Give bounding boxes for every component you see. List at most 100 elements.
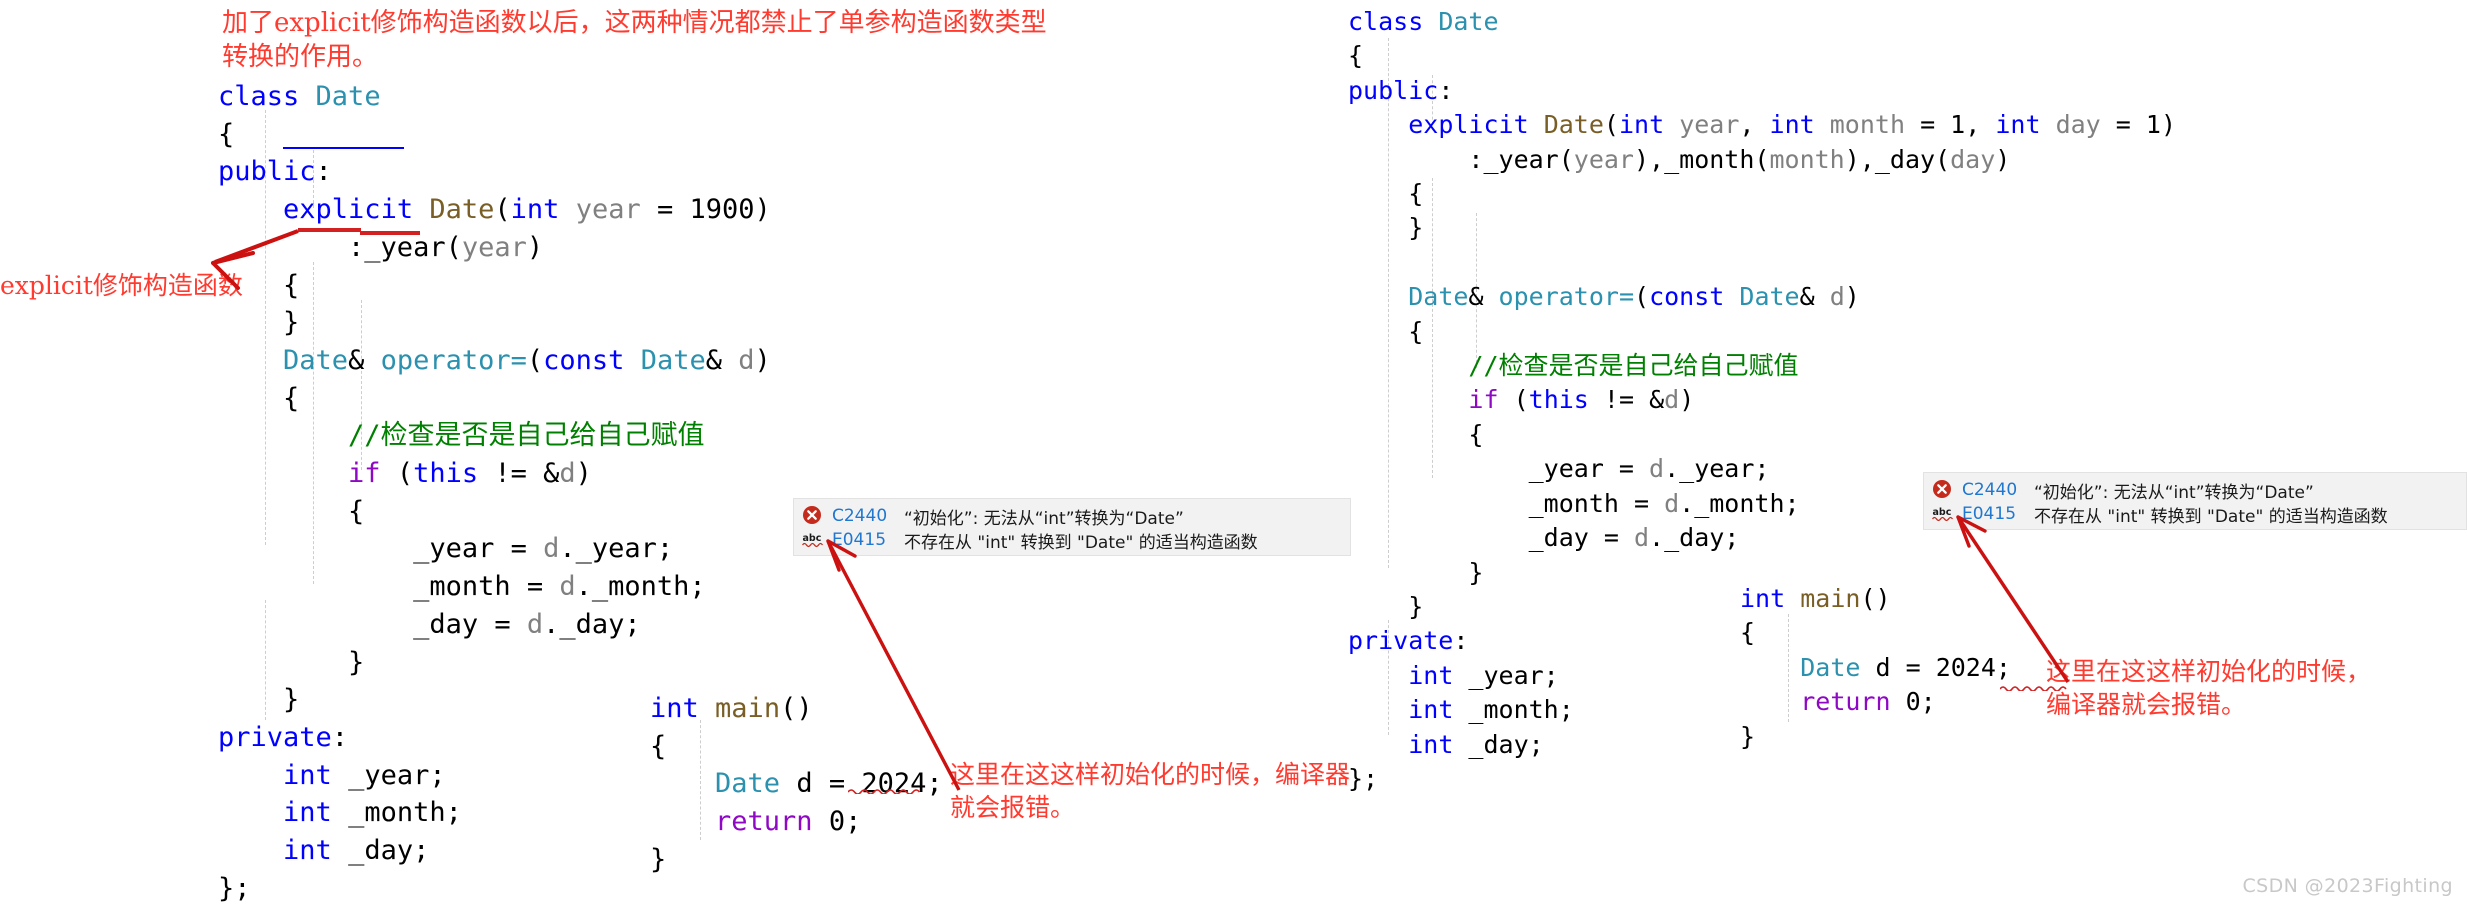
code-token: int	[1618, 110, 1665, 140]
code-token: Date	[1438, 7, 1499, 36]
left-error-annotation: 这里在这这样初始化的时候，编译器就会报错。	[950, 760, 1351, 822]
code-line: }	[1348, 211, 2176, 245]
code-token: )	[1844, 282, 1860, 312]
code-line: }	[650, 841, 943, 879]
code-token: {	[1348, 41, 1364, 71]
code-token: this	[413, 458, 479, 490]
code-token: :	[1438, 75, 1454, 105]
code-token: &	[1799, 282, 1830, 312]
code-token: main	[1800, 584, 1861, 613]
code-line: if (this != &d)	[1348, 383, 2176, 417]
error-tooltip-right: C2440 “初始化”: 无法从“int”转换为“Date” abc E0415…	[1923, 472, 2467, 530]
code-token: d	[559, 571, 576, 603]
code-token: (	[494, 194, 511, 226]
code-token: &	[348, 344, 381, 376]
code-line: {	[218, 267, 771, 305]
code-token: d	[1649, 454, 1665, 484]
code-token: :	[331, 721, 349, 753]
code-token: class	[1348, 7, 1424, 36]
code-token: ._day;	[1649, 523, 1740, 553]
code-line: return 0;	[1740, 685, 2011, 719]
code-token: int	[1995, 110, 2041, 140]
code-line: _day = d._day;	[218, 606, 771, 644]
code-token: 0	[828, 806, 846, 838]
code-token: int	[510, 194, 560, 226]
code-token: year	[461, 231, 527, 263]
error-x-icon	[802, 505, 824, 527]
code-token: )	[1995, 144, 2011, 174]
code-line: return 0;	[650, 803, 943, 841]
code-token: this	[1528, 385, 1589, 415]
code-token: day	[2055, 110, 2101, 140]
error-message: “初始化”: 无法从“int”转换为“Date”	[2034, 482, 2314, 503]
code-token: &	[1468, 282, 1499, 312]
code-line: int main()	[650, 690, 943, 728]
code-token: =	[2100, 110, 2146, 140]
code-token: _day =	[218, 608, 527, 640]
code-token: month	[1829, 110, 1906, 140]
code-token: ;	[1995, 652, 2011, 682]
code-token: ),_day(	[1844, 144, 1951, 174]
code-token: :	[315, 156, 332, 188]
code-token: private	[218, 721, 332, 753]
code-token: (	[1634, 282, 1650, 312]
right-error-annotation: 这里在这这样初始化的时候，编译器就会报错。	[2046, 657, 2372, 719]
code-token: d =	[1860, 652, 1936, 682]
code-token: };	[1348, 763, 1379, 793]
explicit-keyword-underline	[283, 147, 404, 149]
code-token: month	[1769, 144, 1845, 174]
abc-squiggle-icon: abc	[1932, 503, 1954, 525]
code-line: }	[1740, 720, 2011, 754]
code-token: ;	[1920, 687, 1936, 717]
code-line: {	[650, 728, 943, 766]
code-token: {	[1740, 618, 1756, 648]
code-token: d	[543, 533, 560, 565]
code-token: year	[1573, 144, 1634, 174]
code-token: _month;	[1453, 695, 1574, 725]
code-token: main	[715, 693, 781, 724]
code-token: _day;	[331, 835, 430, 867]
code-token: {	[218, 495, 365, 527]
code-line: }	[218, 644, 771, 682]
code-token: const	[543, 344, 625, 376]
code-token: if	[1468, 385, 1499, 415]
code-token: int	[283, 759, 332, 791]
error-message: 不存在从 "int" 转换到 "Date" 的适当构造函数	[2034, 506, 2388, 527]
code-token: int	[1769, 110, 1815, 140]
code-line: public:	[1348, 74, 2176, 108]
code-token: }	[1348, 591, 1424, 621]
code-token: d	[526, 608, 544, 640]
error-code: C2440	[1962, 480, 2018, 500]
code-token: (	[1603, 110, 1619, 140]
code-token: ,	[1739, 110, 1770, 140]
code-token: }	[218, 684, 300, 716]
code-line: if (this != &d)	[218, 455, 771, 493]
code-line: Date d = 2024;	[1740, 651, 2011, 685]
code-token: Date	[715, 768, 781, 800]
code-line: {	[218, 493, 771, 531]
code-token: 2024	[1935, 652, 1996, 682]
code-line: explicit Date(int year = 1900)	[218, 191, 771, 229]
code-line: :_year(year),_month(month),_day(day)	[1348, 143, 2176, 177]
code-line: :_year(year)	[218, 229, 771, 267]
code-token: {	[650, 730, 667, 762]
code-token: =	[640, 194, 690, 226]
left-main-function-block: int main(){ Date d = 2024; return 0;}	[650, 690, 943, 879]
error-x-icon	[1932, 479, 1954, 501]
explicit-modifier-annotation: explicit修饰构造函数	[0, 271, 243, 300]
